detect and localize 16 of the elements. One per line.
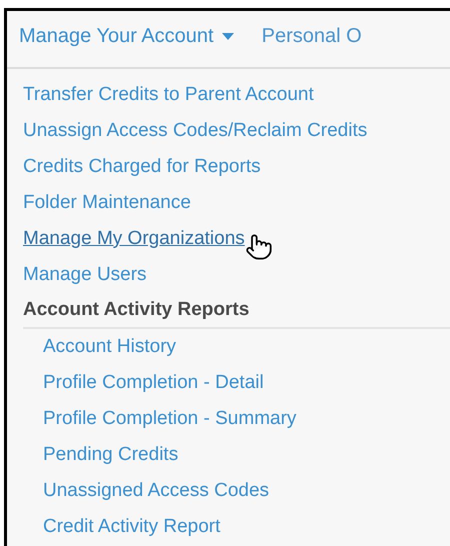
menu-link[interactable]: Profile Completion - Summary (43, 404, 296, 434)
menu-link[interactable]: Folder Maintenance (23, 188, 191, 218)
section-heading: Account Activity Reports (23, 298, 250, 322)
menu-link[interactable]: Transfer Credits to Parent Account (23, 80, 314, 110)
menu-link[interactable]: Unassigned Access Codes (43, 476, 270, 506)
menu-link[interactable]: Manage My Organizations (23, 224, 245, 254)
menu-link[interactable]: Account History (43, 332, 176, 362)
nav-tab[interactable]: Manage Your Account (19, 21, 234, 51)
menu-link[interactable]: Credit Activity Report (43, 512, 220, 542)
menu-link[interactable]: Manage Users (23, 260, 147, 290)
nav-tab[interactable]: Personal O (262, 21, 362, 51)
hand-cursor-icon (245, 233, 273, 261)
menu-link[interactable]: Pending Credits (43, 440, 178, 470)
menu-link[interactable]: Credits Charged for Reports (23, 152, 261, 182)
menu-link[interactable]: Profile Completion - Detail (43, 368, 264, 398)
menu-link[interactable]: Unassign Access Codes/Reclaim Credits (23, 116, 368, 146)
